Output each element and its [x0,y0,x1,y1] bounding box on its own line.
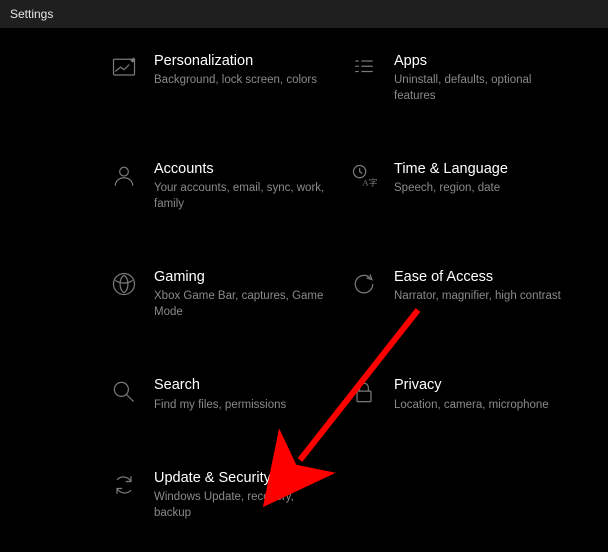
privacy-icon [350,376,394,406]
settings-content: Personalization Background, lock screen,… [0,28,608,552]
search-icon [110,376,154,406]
time-language-icon: A字 [350,160,394,190]
tile-title: Accounts [154,160,332,178]
tile-subtitle: Speech, region, date [394,181,572,197]
tile-gaming[interactable]: Gaming Xbox Game Bar, captures, Game Mod… [110,268,350,320]
tile-privacy[interactable]: Privacy Location, camera, microphone [350,376,590,413]
tile-title: Gaming [154,268,332,286]
tile-subtitle: Xbox Game Bar, captures, Game Mode [154,289,332,320]
tile-title: Time & Language [394,160,572,178]
ease-of-access-icon [350,268,394,298]
tile-subtitle: Uninstall, defaults, optional features [394,73,572,104]
tile-accounts[interactable]: Accounts Your accounts, email, sync, wor… [110,160,350,212]
tile-title: Privacy [394,376,572,394]
tile-time-language[interactable]: A字 Time & Language Speech, region, date [350,160,590,212]
tile-subtitle: Narrator, magnifier, high contrast [394,289,572,305]
tile-update-security[interactable]: Update & Security Windows Update, recove… [110,469,350,521]
window-titlebar: Settings [0,0,608,28]
tile-subtitle: Background, lock screen, colors [154,73,332,89]
tile-title: Search [154,376,332,394]
tile-subtitle: Windows Update, recovery, backup [154,490,332,521]
accounts-icon [110,160,154,190]
svg-text:A字: A字 [362,177,377,188]
tile-search[interactable]: Search Find my files, permissions [110,376,350,413]
gaming-icon [110,268,154,298]
tile-ease-of-access[interactable]: Ease of Access Narrator, magnifier, high… [350,268,590,320]
apps-icon [350,52,394,82]
update-security-icon [110,469,154,499]
tile-title: Apps [394,52,572,70]
tile-title: Personalization [154,52,332,70]
tile-subtitle: Find my files, permissions [154,398,332,414]
window-title: Settings [10,7,53,21]
tile-subtitle: Your accounts, email, sync, work, family [154,181,332,212]
tile-apps[interactable]: Apps Uninstall, defaults, optional featu… [350,52,590,104]
personalization-icon [110,52,154,82]
tile-personalization[interactable]: Personalization Background, lock screen,… [110,52,350,104]
tile-title: Update & Security [154,469,332,487]
settings-grid: Personalization Background, lock screen,… [110,52,590,521]
tile-subtitle: Location, camera, microphone [394,398,572,414]
tile-title: Ease of Access [394,268,572,286]
